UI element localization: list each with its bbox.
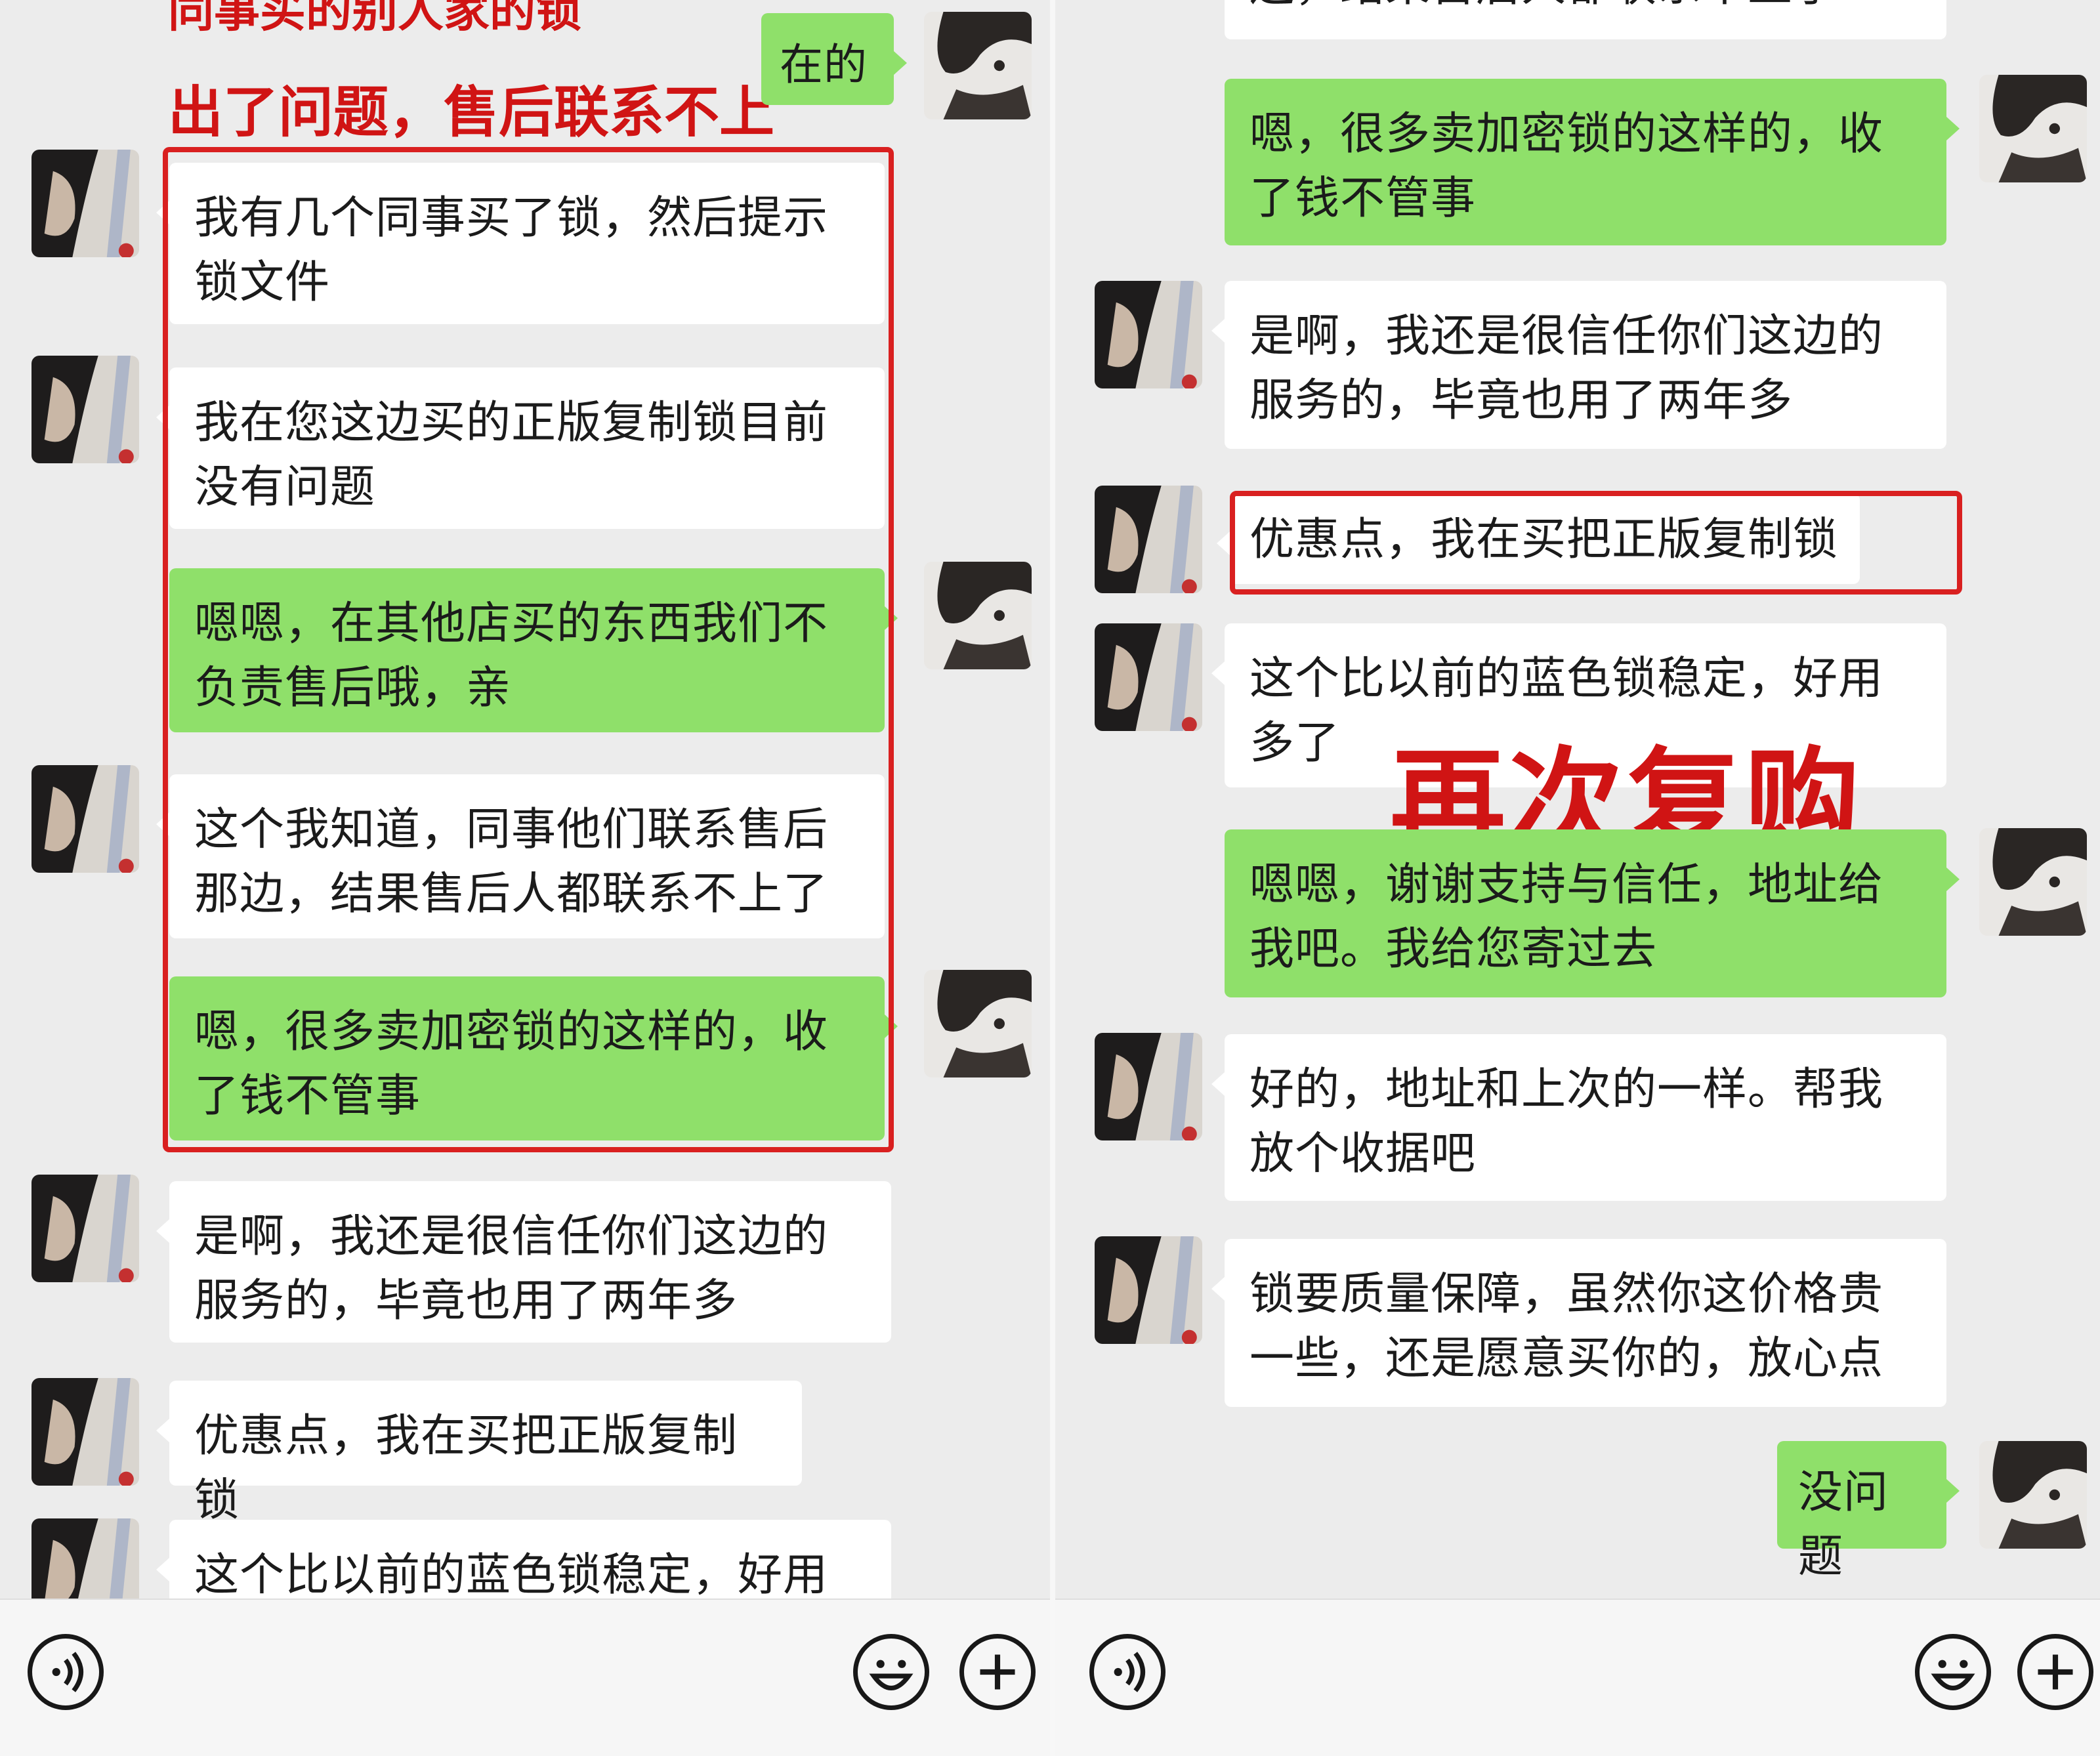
avatar-customer-image [1095,1033,1202,1140]
avatar-customer[interactable] [32,1175,139,1282]
avatar-customer[interactable] [32,765,139,873]
avatar-customer-image [1095,623,1202,731]
avatar-self[interactable] [924,970,1032,1077]
message-bubble[interactable]: 是啊，我还是很信任你们这边的服务的，毕竟也用了两年多 [1211,281,1946,449]
highlight-frame [163,147,894,1152]
avatar-customer[interactable] [1095,281,1202,388]
avatar-self-image [1979,828,2087,936]
avatar-customer[interactable] [32,1378,139,1486]
avatar-customer-image [32,765,139,873]
message-bubble[interactable]: 嗯嗯，谢谢支持与信任，地址给我吧。我给您寄过去 [1225,829,1960,997]
avatar-customer[interactable] [1095,1236,1202,1344]
avatar-customer-image [32,150,139,257]
avatar-self-image [924,970,1032,1077]
overlay-caption-top: 同事买的别人家的锁 [168,0,581,37]
avatar-self-image [1979,75,2087,182]
avatar-customer-image [1095,486,1202,593]
message-bubble[interactable]: 优惠点，我在买把正版复制锁 [156,1381,802,1526]
message-bubble[interactable]: 在的 [761,13,907,105]
avatar-self[interactable] [1979,75,2087,182]
avatar-self-image [924,12,1032,119]
screenshot-root: 同事买的别人家的锁 出了问题，售后联系不上 在的 我有几个同事买了锁，然后提示锁… [0,0,2100,1756]
highlight-frame [1230,491,1962,595]
avatar-customer[interactable] [32,150,139,257]
avatar-customer[interactable] [1095,623,1202,731]
chat-panel-left: 同事买的别人家的锁 出了问题，售后联系不上 在的 我有几个同事买了锁，然后提示锁… [0,0,1050,1756]
emoji-icon[interactable] [853,1634,929,1710]
avatar-self-image [924,562,1032,669]
message-bubble[interactable]: 好的，地址和上次的一样。帮我放个收据吧 [1211,1034,1946,1201]
message-bubble[interactable]: 边，结果售后人都联系不上了 [1225,0,1946,39]
plus-icon[interactable] [2017,1634,2093,1710]
voice-icon[interactable] [1089,1634,1166,1710]
chat-panel-right: 边，结果售后人都联系不上了 嗯，很多卖加密锁的这样的，收了钱不管事 是啊，我还是… [1050,0,2100,1756]
avatar-customer-image [32,356,139,463]
avatar-self[interactable] [924,562,1032,669]
plus-icon[interactable] [959,1634,1036,1710]
chat-input-bar [1055,1599,2100,1756]
avatar-customer-image [32,1175,139,1282]
avatar-customer[interactable] [32,356,139,463]
avatar-self[interactable] [924,12,1032,119]
avatar-customer-image [1095,281,1202,388]
chat-input-bar [0,1599,1050,1756]
avatar-customer[interactable] [1095,1033,1202,1140]
avatar-customer[interactable] [1095,486,1202,593]
avatar-self[interactable] [1979,1441,2087,1549]
message-bubble[interactable]: 是啊，我还是很信任你们这边的服务的，毕竟也用了两年多 [156,1181,891,1343]
message-bubble[interactable]: 嗯，很多卖加密锁的这样的，收了钱不管事 [1225,79,1960,245]
message-bubble[interactable]: 没问题 [1777,1441,1960,1583]
avatar-self-image [1979,1441,2087,1549]
emoji-icon[interactable] [1915,1634,1991,1710]
overlay-caption-bottom: 出了问题，售后联系不上 [168,80,775,144]
message-bubble[interactable]: 锁要质量保障，虽然你这价格贵一些，还是愿意买你的，放心点 [1211,1239,1946,1407]
avatar-customer-image [1095,1236,1202,1344]
avatar-self[interactable] [1979,828,2087,936]
avatar-customer-image [32,1378,139,1486]
voice-icon[interactable] [28,1634,104,1710]
